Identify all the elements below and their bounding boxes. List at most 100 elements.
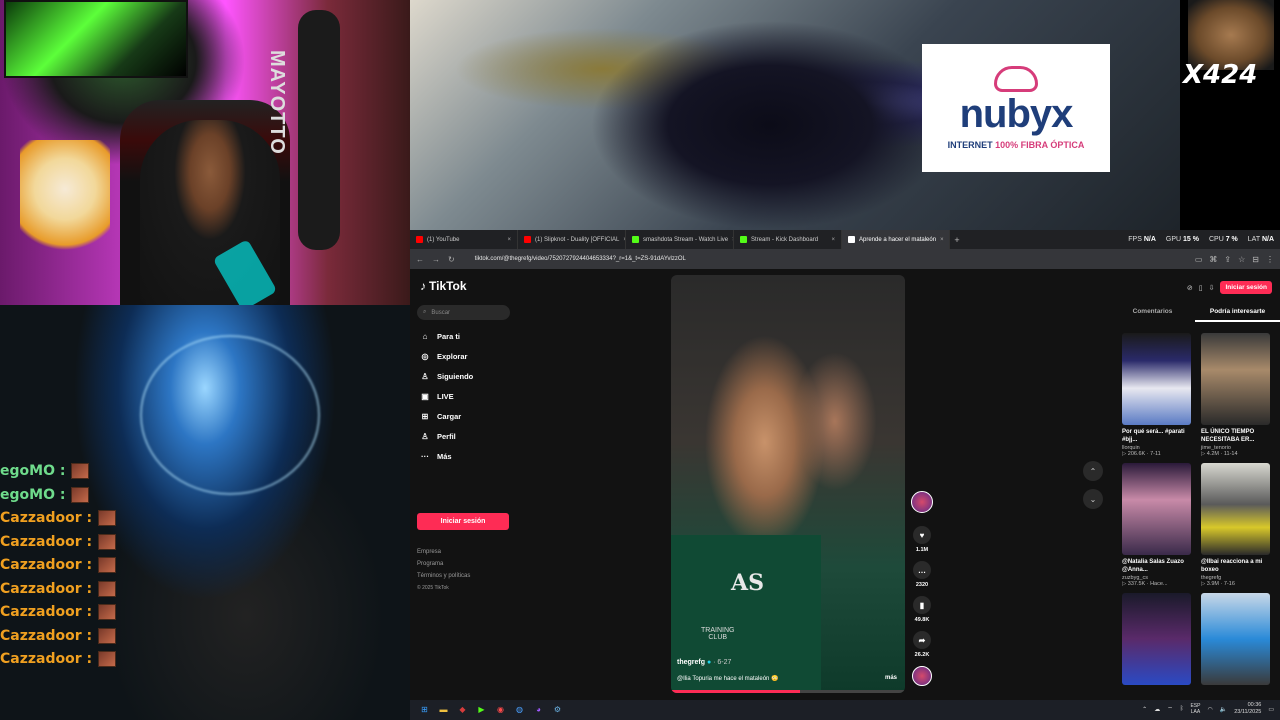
network-icon[interactable]: ⌔ [1167, 705, 1173, 713]
footer-link-programa[interactable]: Programa [417, 561, 470, 567]
translate-icon[interactable]: ⌘ [1209, 255, 1217, 264]
video-card[interactable]: @Natalia Salas Zuazo @Anna... zuzbyg_cs ▷ … [1122, 463, 1191, 587]
tab-title: (1) YouTube [427, 236, 460, 243]
sidebar-footer: Empresa Programa Términos y políticas © … [417, 549, 470, 591]
right-login-button[interactable]: Iniciar sesión [1220, 281, 1272, 294]
menu-icon[interactable]: ⋮ [1266, 255, 1274, 264]
author-avatar[interactable] [911, 491, 933, 513]
chevron-up-icon: ⌃ [1089, 466, 1097, 476]
bookmark-icon[interactable]: ▮ [913, 596, 931, 614]
sidebar-item-label: Para ti [437, 331, 460, 341]
sidebar-item-label: Siguiendo [437, 371, 474, 381]
clock[interactable]: 00:36 23/11/2025 [1234, 702, 1261, 716]
footer-link-terms[interactable]: Términos y políticas [417, 573, 470, 579]
sidebar-item-para-ti[interactable]: ⌂ Para ti [420, 331, 473, 341]
sidebar-item-más[interactable]: ··· Más [420, 451, 473, 461]
footer-link-empresa[interactable]: Empresa [417, 549, 470, 555]
login-button[interactable]: Iniciar sesión [417, 513, 509, 530]
sidebar-item-label: Perfil [437, 431, 456, 441]
sidebar-item-explorar[interactable]: ◎ Explorar [420, 351, 473, 361]
browser-tab[interactable]: Stream - Kick Dashboard × [734, 230, 842, 249]
video-card-meta: ▷ 4.2M · 11-14 [1201, 451, 1238, 457]
share-count: 26.2K [914, 652, 930, 658]
chrome-icon[interactable]: ◍ [513, 703, 526, 716]
save-count: 49.8K [914, 617, 930, 623]
browser-tab[interactable]: (1) Slipknot - Duality [OFFICIAL× [518, 230, 626, 249]
tab-comments[interactable]: Comentarios [1110, 308, 1195, 322]
video-thumbnail[interactable] [1201, 593, 1270, 685]
comment-count: 2320 [915, 582, 929, 588]
video-card[interactable]: @Ilbai reacciona a mi boxeo thegrefg ▷ 3.9… [1201, 463, 1270, 587]
file-explorer-icon[interactable]: ▬ [437, 703, 450, 716]
sidebar-item-live[interactable]: ▣ LIVE [420, 391, 473, 401]
scroll-down-button[interactable]: ⌄ [1083, 489, 1103, 509]
cloud-icon[interactable]: ☁ [1154, 706, 1160, 713]
sidebar-item-perfil[interactable]: ♙ Perfil [420, 431, 473, 441]
browser-window: (1) YouTube × (1) Slipknot - Duality [OFFI… [410, 230, 1280, 700]
video-player[interactable]: AS TRAINING CLUB thegrefg ● · 6-27 @Ilia… [671, 275, 905, 693]
share-icon[interactable]: ➦ [913, 631, 931, 649]
notification-icon[interactable]: ▭ [1268, 706, 1274, 713]
tv-screen [4, 0, 188, 78]
comment-icon[interactable]: … [913, 561, 931, 579]
sidebar-item-siguiendo[interactable]: ♙ Siguiendo [420, 371, 473, 381]
like-icon[interactable]: ♥ [913, 526, 931, 544]
chat-emote-icon [98, 627, 117, 644]
browser-tab[interactable]: (1) YouTube × [410, 230, 518, 249]
search-input[interactable]: ⌕ Buscar [417, 305, 510, 320]
music-disc-icon[interactable] [912, 666, 932, 686]
sidebar-item-cargar[interactable]: ⊞ Cargar [420, 411, 473, 421]
language-indicator[interactable]: ESP LAA [1190, 703, 1200, 715]
tab-close-icon[interactable]: × [940, 237, 944, 243]
more-caption-button[interactable]: más [885, 675, 897, 681]
sidebar-item-label: Explorar [437, 351, 468, 361]
video-card-title: EL ÚNICO TIEMPO NECESITABA ER... [1201, 429, 1255, 443]
reload-icon[interactable]: ↻ [448, 255, 455, 264]
forward-icon[interactable]: → [432, 255, 440, 264]
wifi-icon[interactable]: ◠ [1207, 706, 1212, 713]
video-card[interactable] [1201, 593, 1270, 685]
browser-tab[interactable]: smashdota Stream - Watch Live× [626, 230, 734, 249]
bookmark-star-icon[interactable]: ☆ [1238, 255, 1245, 264]
cast-icon[interactable]: ▭ [1195, 255, 1203, 264]
video-thumbnail[interactable] [1122, 463, 1191, 555]
play-icon[interactable]: ▶ [475, 703, 488, 716]
tab-close-icon[interactable]: × [507, 237, 511, 243]
video-thumbnail[interactable] [1201, 333, 1270, 425]
chat-username: Cazzadoor : [0, 580, 93, 597]
tiktok-logo[interactable]: ♪ TikTok [420, 279, 467, 293]
video-card[interactable] [1122, 593, 1191, 685]
browser-tab[interactable]: Aprende a hacer el mataleón × [842, 230, 950, 249]
app-icon[interactable]: ◆ [456, 703, 469, 716]
back-icon[interactable]: ← [416, 255, 424, 264]
tab-recommended[interactable]: Podría interesarte [1195, 308, 1280, 322]
discord-icon[interactable]: ◕ [532, 703, 545, 716]
steam-icon[interactable]: ⚙ [551, 703, 564, 716]
obs-icon[interactable]: ◉ [494, 703, 507, 716]
extensions-icon[interactable]: ⊟ [1252, 255, 1259, 264]
chat-message: Cazzadoor : [0, 510, 117, 526]
video-author[interactable]: thegrefg ● · 6-27 [677, 659, 731, 666]
plush-toy [20, 140, 110, 280]
video-card[interactable]: EL ÚNICO TIEMPO NECESITABA ER... jime_ten… [1201, 333, 1270, 457]
chat-message: Cazzadoor : [0, 580, 117, 597]
new-tab-button[interactable]: + [950, 235, 964, 245]
scroll-up-button[interactable]: ⌃ [1083, 461, 1103, 481]
device-icon[interactable]: ▯ [1199, 284, 1203, 292]
bluetooth-icon[interactable]: ᛒ [1180, 706, 1184, 712]
ban-icon[interactable]: ⊘ [1187, 284, 1193, 292]
video-thumbnail[interactable] [1201, 463, 1270, 555]
live-icon: ▣ [421, 391, 429, 401]
tray-chevron-icon[interactable]: ⌃ [1142, 706, 1147, 713]
video-thumbnail[interactable] [1122, 593, 1191, 685]
url-field[interactable]: tiktok.com/@thegrefg/video/7520727924404… [475, 256, 686, 262]
start-icon[interactable]: ⊞ [418, 703, 431, 716]
video-progress[interactable] [671, 690, 905, 693]
download-icon[interactable]: ⇩ [1209, 284, 1215, 292]
chat-username: Cazzadoor : [0, 510, 93, 526]
video-card[interactable]: Por qué será... #parati #bjj... llorquin ▷… [1122, 333, 1191, 457]
volume-icon[interactable]: 🔈 [1220, 706, 1227, 713]
share-icon[interactable]: ⇪ [1224, 255, 1231, 264]
video-thumbnail[interactable] [1122, 333, 1191, 425]
tab-close-icon[interactable]: × [831, 237, 835, 243]
